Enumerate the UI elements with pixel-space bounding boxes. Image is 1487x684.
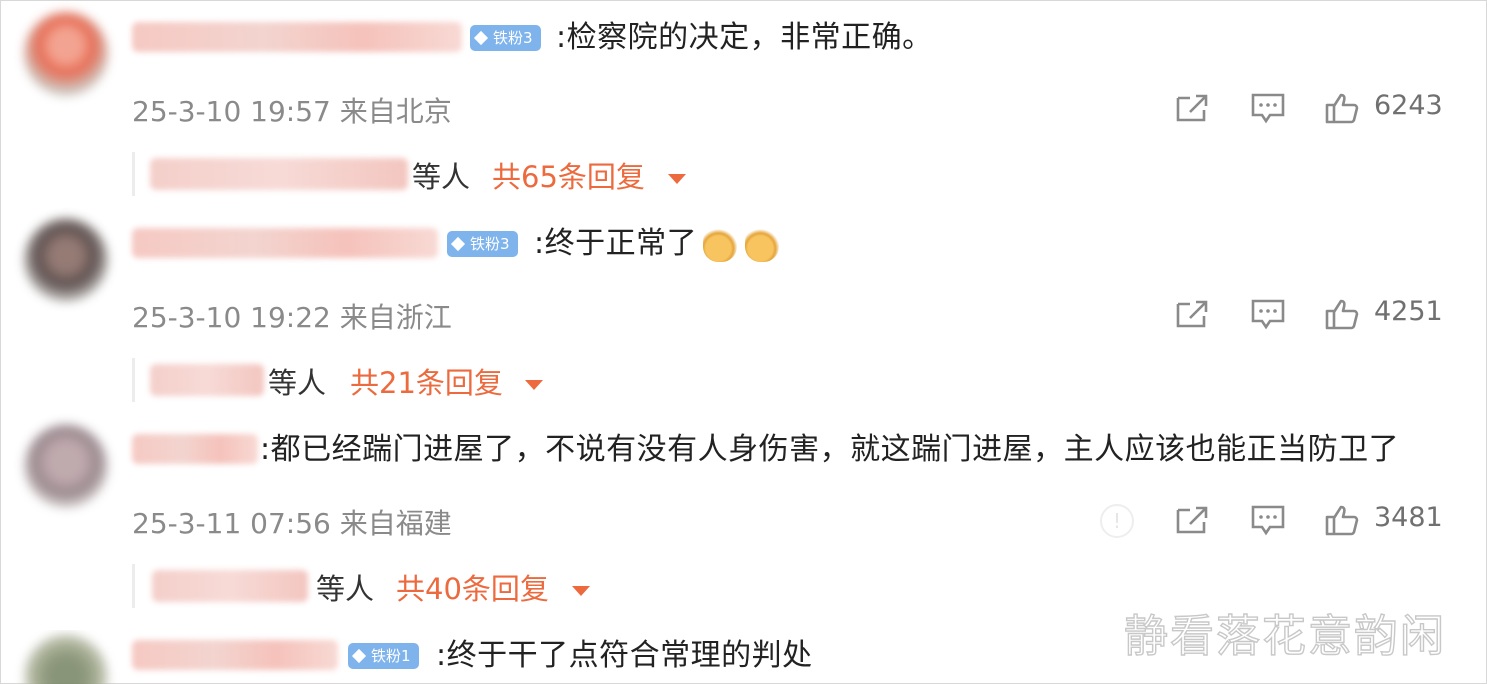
reply-suffix: 等人	[268, 366, 327, 400]
caret-down-icon[interactable]	[525, 380, 543, 390]
fan-badge: 铁粉1	[348, 643, 419, 669]
watermark: 静看落花意韵闲	[1123, 610, 1446, 662]
share-icon[interactable]	[1174, 92, 1210, 124]
fan-badge: 铁粉3	[447, 231, 518, 257]
comment-text: :都已经踹门进屋了，不说有没有人身伤害，就这踹门进屋，主人应该也能正当防卫了	[260, 432, 1400, 467]
comment-item: 铁粉3 :终于正常了 25-3-10 19:22 来自浙江 4251 等人 共2…	[0, 218, 1487, 408]
comment-icon[interactable]	[1250, 298, 1286, 330]
comment-icon[interactable]	[1250, 504, 1286, 536]
avatar[interactable]	[24, 634, 108, 684]
like-icon[interactable]	[1324, 504, 1360, 536]
badge-label: 铁粉3	[470, 235, 510, 253]
comment-item: :都已经踹门进屋了，不说有没有人身伤害，就这踹门进屋，主人应该也能正当防卫了 2…	[0, 424, 1487, 614]
badge-label: 铁粉3	[493, 29, 533, 47]
reply-suffix: 等人	[412, 160, 471, 194]
reply-usernames[interactable]	[150, 158, 408, 190]
reply-count-link[interactable]: 共21条回复	[350, 360, 503, 402]
comment-text: :检察院的决定，非常正确。	[556, 20, 933, 55]
reply-usernames[interactable]	[150, 364, 264, 396]
avatar[interactable]	[24, 424, 108, 508]
comment-text: :终于干了点符合常理的判处	[436, 638, 813, 673]
share-icon[interactable]	[1174, 298, 1210, 330]
comment-text: :终于正常了	[534, 218, 787, 270]
comment-item: 铁粉3 :检察院的决定，非常正确。 25-3-10 19:57 来自北京 624…	[0, 12, 1487, 202]
reply-usernames[interactable]	[152, 570, 308, 602]
diamond-icon	[450, 236, 466, 252]
fan-badge: 铁粉3	[470, 25, 541, 51]
like-count: 6243	[1374, 90, 1443, 121]
comment-actions: ! 3481	[0, 498, 1487, 542]
like-icon[interactable]	[1324, 298, 1360, 330]
comment-actions: 4251	[0, 292, 1487, 336]
username[interactable]	[132, 434, 258, 464]
username[interactable]	[132, 22, 462, 52]
thumbs-up-emoji	[703, 218, 787, 270]
like-count: 4251	[1374, 296, 1443, 327]
username[interactable]	[132, 640, 338, 670]
reply-suffix: 等人	[316, 572, 375, 606]
comment-icon[interactable]	[1250, 92, 1286, 124]
caret-down-icon[interactable]	[572, 586, 590, 596]
avatar[interactable]	[24, 12, 108, 96]
caret-down-icon[interactable]	[668, 174, 686, 184]
share-icon[interactable]	[1174, 504, 1210, 536]
comment-actions: 6243	[0, 86, 1487, 130]
avatar[interactable]	[24, 218, 108, 302]
badge-label: 铁粉1	[371, 647, 411, 665]
reply-count-link[interactable]: 共65条回复	[492, 154, 645, 196]
reply-count-link[interactable]: 共40条回复	[396, 566, 549, 608]
comment-text-body: :终于正常了	[534, 226, 698, 261]
reply-divider	[132, 358, 135, 402]
reply-divider	[132, 152, 135, 196]
diamond-icon	[473, 30, 489, 46]
like-icon[interactable]	[1324, 92, 1360, 124]
like-count: 3481	[1374, 502, 1443, 533]
username[interactable]	[132, 228, 438, 258]
report-icon[interactable]: !	[1100, 504, 1134, 538]
diamond-icon	[351, 648, 367, 664]
reply-divider	[132, 564, 135, 608]
